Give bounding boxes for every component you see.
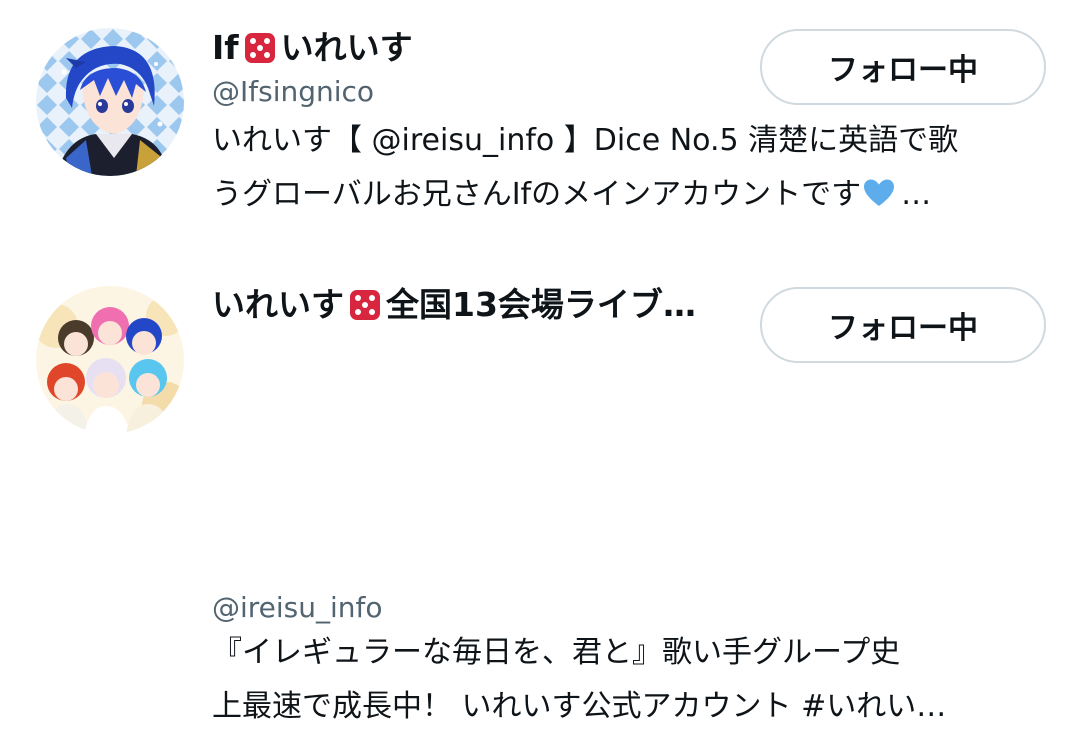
display-name[interactable]: いれいす 全国13会場ライブ開… xyxy=(212,283,742,327)
game-die-icon xyxy=(348,288,382,322)
following-button[interactable]: フォロー中 xyxy=(760,29,1046,105)
blue-heart-icon xyxy=(863,178,895,208)
game-die-icon xyxy=(243,31,277,65)
bio-line: いれいす【 @ireisu_info 】Dice No.5 清楚に英語で歌 xyxy=(212,123,959,158)
display-name-suffix: いれいす xyxy=(280,28,413,67)
bio-line: 上最速で成長中！ いれいす公式アカウント #いれい… xyxy=(212,689,947,724)
display-name-text: If xyxy=(212,28,239,67)
user-bio: 『イレギュラーな毎日を、君と』歌い手グループ史 上最速で成長中！ いれいす公式ア… xyxy=(212,626,1057,734)
user-handle[interactable]: @Ifsingnico xyxy=(212,74,374,110)
bio-line: うグローバルお兄さんIfのメインアカウントです … xyxy=(212,168,1057,222)
bio-ellipsis: … xyxy=(901,177,932,212)
avatar[interactable] xyxy=(36,286,184,434)
display-name[interactable]: If いれいす xyxy=(212,26,732,70)
user-bio: いれいす【 @ireisu_info 】Dice No.5 清楚に英語で歌 うグ… xyxy=(212,114,1057,222)
display-name-suffix: 全国13会場ライブ開… xyxy=(386,285,726,324)
user-cell[interactable]: If いれいす @Ifsingnico いれいす【 @ireisu_info 】… xyxy=(0,0,1080,260)
bio-line-text: うグローバルお兄さんIfのメインアカウントです xyxy=(212,177,862,212)
user-cell[interactable]: いれいす 全国13会場ライブ開… @ireisu_info 『イレギュラーな毎日… xyxy=(0,260,1080,724)
display-name-text: いれいす xyxy=(212,285,344,324)
bio-line: 『イレギュラーな毎日を、君と』歌い手グループ史 xyxy=(212,635,901,670)
user-handle[interactable]: @ireisu_info xyxy=(212,590,383,626)
following-button[interactable]: フォロー中 xyxy=(760,287,1046,363)
avatar[interactable] xyxy=(36,28,184,176)
